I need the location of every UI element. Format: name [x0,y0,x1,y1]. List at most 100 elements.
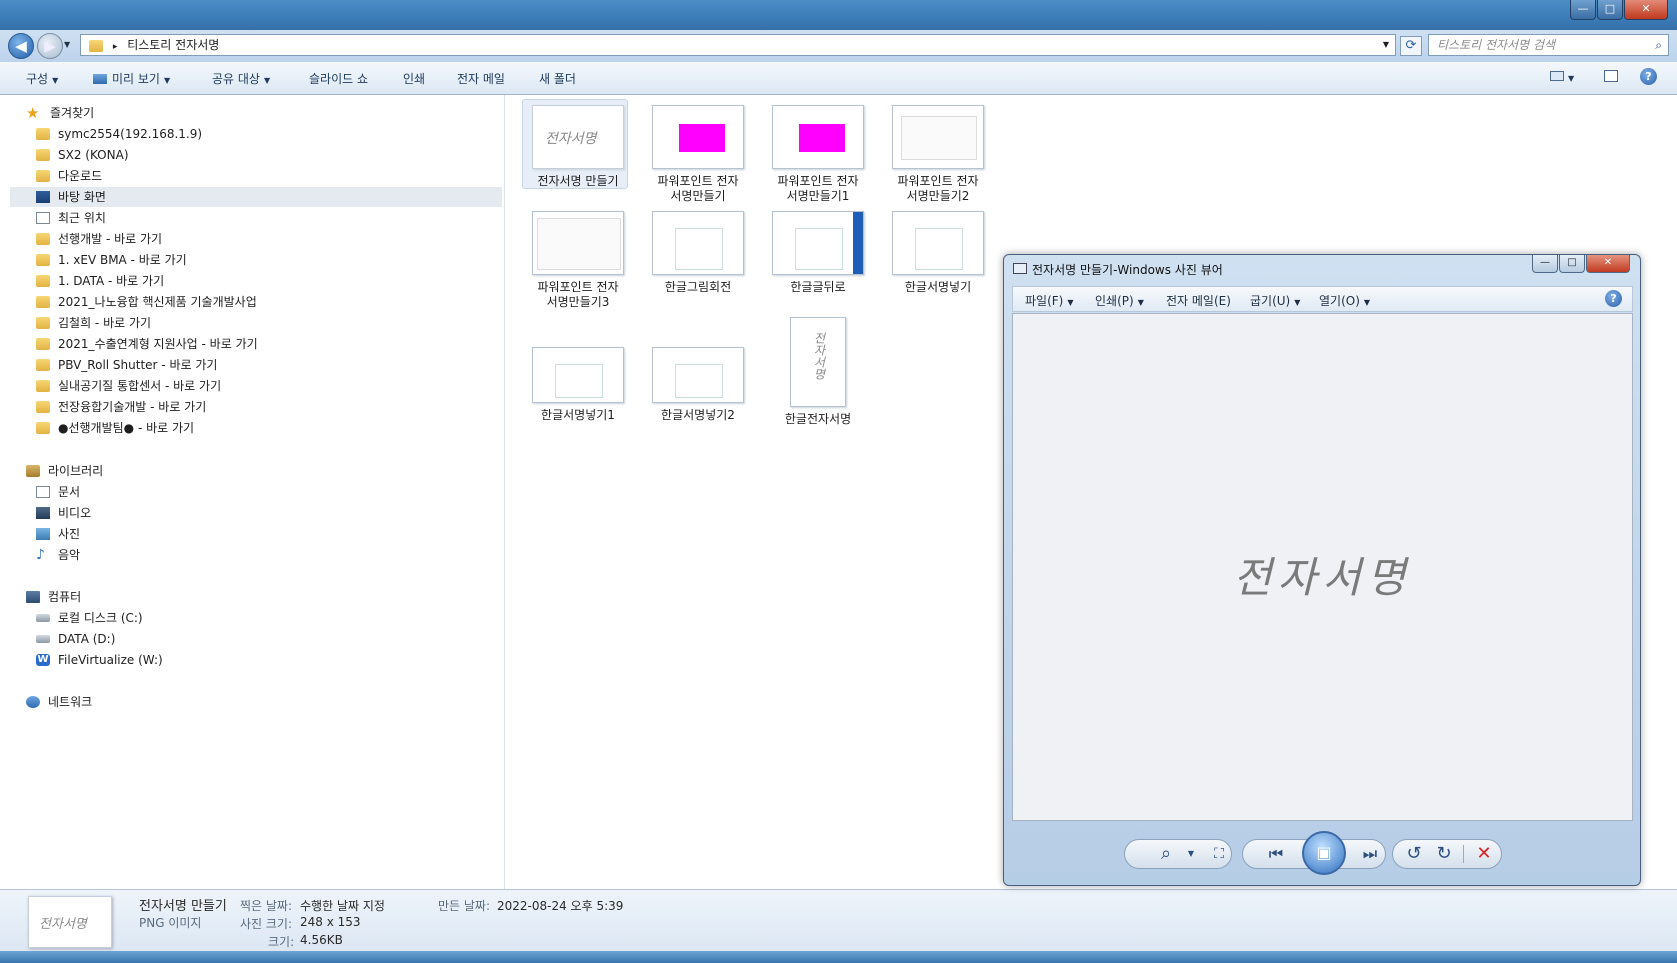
nav-item-shortcut[interactable]: 2021_수출연계형 지원사업 - 바로 가기 [36,334,258,354]
image-canvas[interactable]: 전자서명 [1012,313,1633,821]
nav-item-drive-c[interactable]: 로컬 디스크 (C:) [36,608,143,628]
back-button[interactable]: ◀ [8,33,34,59]
rotate-left-icon[interactable]: ↺ [1400,841,1428,867]
nav-item-pictures[interactable]: 사진 [36,524,80,544]
library-icon [26,465,40,477]
command-toolbar: 구성 ▼ 미리 보기 ▼ 공유 대상 ▼ 슬라이드 쇼 인쇄 전자 메일 새 폴더 ▼… [0,62,1677,95]
viewer-maximize-button[interactable]: □ [1559,255,1585,273]
nav-item-shortcut[interactable]: 1. xEV BMA - 바로 가기 [36,250,187,270]
nav-item-recent[interactable]: 최근 위치 [36,208,106,228]
folder-icon [36,359,50,371]
file-item[interactable]: 전자서명 한글전자서명 [758,317,878,427]
file-item[interactable]: 파워포인트 전자 서명만들기 [638,105,758,204]
viewer-minimize-button[interactable]: — [1532,255,1558,273]
viewer-close-button[interactable]: ✕ [1586,255,1630,273]
file-item[interactable]: 한글서명넣기 [878,211,998,295]
nav-item-drive-d[interactable]: DATA (D:) [36,629,115,649]
address-history-dropdown[interactable]: ▼ [1383,35,1389,55]
computer-header[interactable]: 컴퓨터 [26,587,81,607]
nav-item-shortcut[interactable]: 2021_나노융합 핵신제품 기술개발사업 [36,292,257,312]
file-thumbnail: 전자서명 [532,105,624,169]
zoom-icon[interactable]: ⌕ [1152,841,1180,867]
refresh-icon[interactable]: ⟳ [1400,36,1422,56]
file-name: 한글그림회전 [664,280,732,294]
nav-item-music[interactable]: ♪ 음악 [36,545,80,565]
file-thumbnail [892,211,984,275]
menu-burn[interactable]: 굽기(U) ▼ [1250,292,1300,309]
folder-icon [36,338,50,350]
organize-menu[interactable]: 구성 ▼ [26,70,58,87]
nav-item-symc[interactable]: symc2554(192.168.1.9) [36,124,202,144]
forward-button[interactable]: ▶ [37,33,63,59]
minimize-button[interactable]: — [1570,0,1596,20]
share-menu[interactable]: 공유 대상 ▼ [212,70,270,87]
drive-icon [36,614,50,622]
nav-item-sx2[interactable]: SX2 (KONA) [36,145,129,165]
file-item[interactable]: 한글글뒤로 [758,211,878,295]
search-input[interactable]: 티스토리 전자서명 검색 ⌕ [1428,34,1669,56]
maximize-button[interactable]: □ [1597,0,1623,20]
nav-item-shortcut[interactable]: 전장융합기술개발 - 바로 가기 [36,397,206,417]
file-item[interactable]: 한글서명넣기2 [638,347,758,423]
thumbnail-signature: 전자서명 [39,917,87,932]
preview-menu[interactable]: 미리 보기 ▼ [93,70,170,87]
favorites-header[interactable]: ★ 즐겨찾기 [26,103,94,123]
network-header[interactable]: 네트워크 [26,692,92,712]
nav-item-shortcut[interactable]: ●선행개발팀● - 바로 가기 [36,418,194,438]
libraries-header[interactable]: 라이브러리 [26,461,103,481]
control-divider [1463,845,1464,863]
file-item[interactable]: 파워포인트 전자 서명만들기3 [518,211,638,310]
file-item[interactable]: 한글그림회전 [638,211,758,295]
delete-icon[interactable]: ✕ [1470,841,1498,867]
close-button[interactable]: ✕ [1624,0,1668,20]
new-folder-button[interactable]: 새 폴더 [539,70,576,87]
file-item[interactable]: 파워포인트 전자 서명만들기2 [878,105,998,204]
nav-item-downloads[interactable]: 다운로드 [36,166,102,186]
address-box[interactable]: ▸ 티스토리 전자서명 ▼ [80,34,1396,56]
menu-print[interactable]: 인쇄(P) ▼ [1095,292,1144,309]
photo-viewer-window: 전자서명 만들기-Windows 사진 뷰어 — □ ✕ 파일(F) ▼ 인쇄(P… [1003,254,1641,886]
previous-icon[interactable]: ⏮ [1262,841,1290,867]
email-button[interactable]: 전자 메일 [457,70,505,87]
next-icon[interactable]: ⏭ [1356,841,1384,867]
menu-open[interactable]: 열기(O) ▼ [1319,292,1370,309]
print-button[interactable]: 인쇄 [403,70,425,87]
details-file-type: PNG 이미지 [139,916,202,930]
preview-pane-icon[interactable] [1604,70,1618,85]
nav-item-shortcut[interactable]: 1. DATA - 바로 가기 [36,271,164,291]
details-taken-value[interactable]: 수행한 날짜 지정 [300,897,385,914]
drive-icon [36,635,50,643]
file-name: 파워포인트 전자 서명만들기1 [777,174,859,203]
nav-item-drive-w[interactable]: W FileVirtualize (W:) [36,650,163,670]
search-icon[interactable]: ⌕ [1655,35,1662,55]
nav-item-shortcut[interactable]: 실내공기질 통합센서 - 바로 가기 [36,376,221,396]
nav-item-shortcut[interactable]: PBV_Roll Shutter - 바로 가기 [36,355,217,375]
rotate-right-icon[interactable]: ↻ [1430,841,1458,867]
recent-pages-dropdown[interactable]: ▼ [64,40,70,49]
viewer-help-icon[interactable]: ? [1605,290,1622,307]
zoom-dropdown-icon[interactable]: ▼ [1177,841,1205,867]
nav-item-shortcut[interactable]: 선행개발 - 바로 가기 [36,229,162,249]
nav-item-documents[interactable]: 문서 [36,482,80,502]
search-placeholder: 티스토리 전자서명 검색 [1437,38,1556,52]
nav-item-desktop[interactable]: 바탕 화면 [10,187,502,207]
file-name: 한글전자서명 [784,412,852,426]
file-item[interactable]: 전자서명 전자서명 만들기 [518,99,638,189]
menu-email[interactable]: 전자 메일(E) [1166,292,1231,309]
file-name: 파워포인트 전자 서명만들기 [657,174,739,203]
view-options-icon[interactable]: ▼ [1550,70,1574,84]
nav-item-shortcut[interactable]: 김철희 - 바로 가기 [36,313,151,333]
folder-icon [36,380,50,392]
computer-icon [26,591,40,603]
breadcrumb[interactable]: 티스토리 전자서명 [127,38,219,52]
slideshow-icon[interactable]: ▣ [1302,831,1346,875]
help-icon[interactable]: ? [1640,68,1657,85]
nav-item-videos[interactable]: 비디오 [36,503,91,523]
menu-file[interactable]: 파일(F) ▼ [1025,292,1074,309]
slideshow-button[interactable]: 슬라이드 쇼 [309,70,368,87]
file-thumbnail [652,347,744,403]
thumbnail-signature: 전자서명 [812,332,826,380]
file-item[interactable]: 파워포인트 전자 서명만들기1 [758,105,878,204]
actual-size-icon[interactable]: ⛶ [1205,841,1233,867]
file-item[interactable]: 한글서명넣기1 [518,347,638,423]
